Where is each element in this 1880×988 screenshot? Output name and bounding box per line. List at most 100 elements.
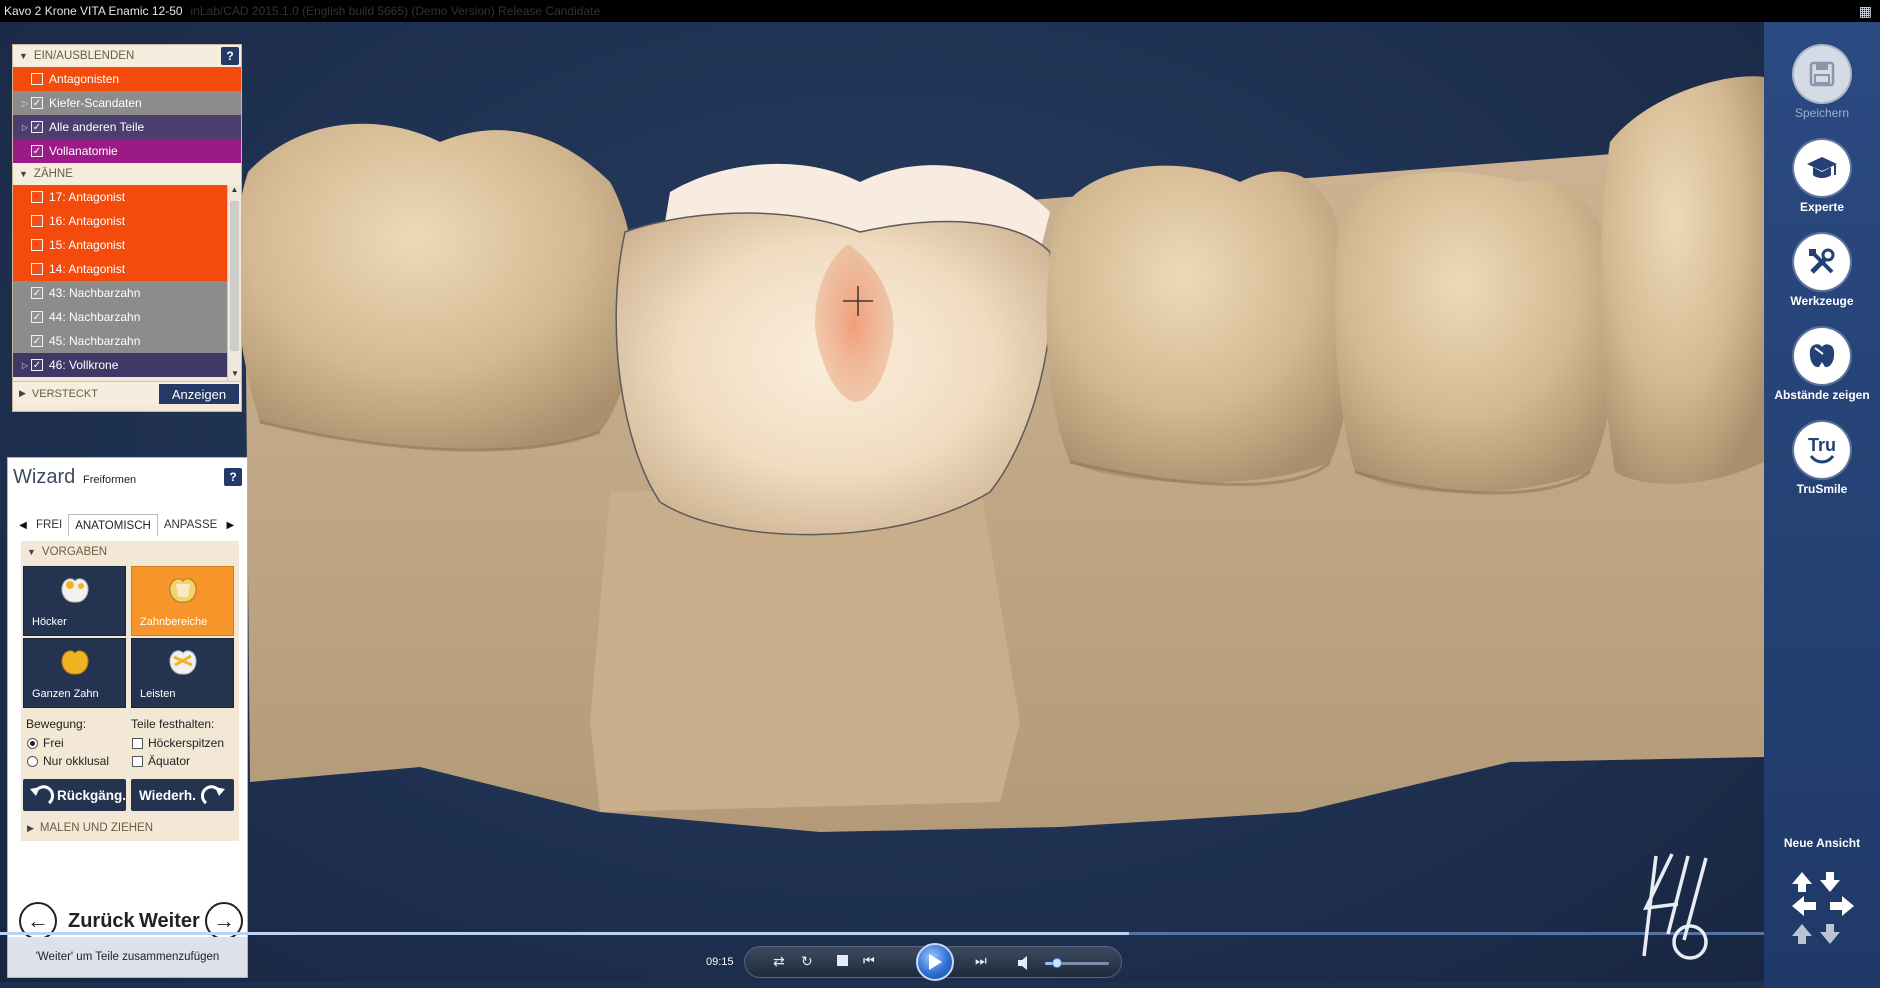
- undo-button[interactable]: Rückgäng.: [23, 779, 126, 811]
- collapse-icon: ▼: [27, 547, 36, 557]
- collapse-icon: ▼: [19, 51, 28, 61]
- visibility-item-label: Vollanatomie: [49, 144, 118, 158]
- teeth-scrollbar[interactable]: ▲ ▼: [227, 185, 241, 381]
- visibility-help-button[interactable]: ?: [221, 47, 239, 65]
- tab-next-icon[interactable]: ▶: [223, 520, 237, 531]
- tooth-item-checkbox[interactable]: ✓: [31, 335, 43, 347]
- undo-label: Rückgäng.: [56, 787, 126, 803]
- tooth-item-row[interactable]: ✓ 45: Nachbarzahn: [13, 329, 227, 353]
- wizard-subtitle: Freiformen: [83, 474, 137, 486]
- tile-ganzen-zahn[interactable]: Ganzen Zahn: [23, 638, 126, 708]
- player-time: 09:15: [706, 956, 734, 968]
- visibility-item-checkbox[interactable]: [31, 73, 43, 85]
- show-button[interactable]: Anzeigen: [159, 384, 239, 404]
- dental-scene[interactable]: [0, 22, 1764, 982]
- tile-leisten-label: Leisten: [140, 688, 176, 700]
- volume-knob[interactable]: [1051, 958, 1062, 968]
- expand-arrow-icon[interactable]: ▷: [19, 123, 31, 132]
- video-progress-bar[interactable]: [0, 932, 1764, 935]
- radio-nur-okklusal[interactable]: [27, 756, 38, 767]
- tooth-item-row[interactable]: 14: Antagonist: [13, 257, 227, 281]
- tooth-item-checkbox[interactable]: [31, 263, 43, 275]
- visibility-item-label: Kiefer-Scandaten: [49, 96, 142, 110]
- scroll-up-icon[interactable]: ▲: [228, 185, 241, 197]
- window-corner-icon[interactable]: ▦: [1859, 3, 1872, 20]
- 3d-viewport[interactable]: [0, 22, 1764, 982]
- video-progress-fill: [0, 932, 1129, 935]
- tab-anatomisch[interactable]: ANATOMISCH: [68, 514, 158, 536]
- tooth-item-label: 17: Antagonist: [49, 190, 126, 204]
- sidebar-distances[interactable]: Abstände zeigen: [1764, 328, 1880, 402]
- visibility-item-row[interactable]: ▷ ✓ Alle anderen Teile: [13, 115, 241, 139]
- wizard-help-button[interactable]: ?: [224, 468, 242, 486]
- tooth-item-row[interactable]: 17: Antagonist: [13, 185, 227, 209]
- next-track-icon[interactable]: ⏭: [975, 953, 987, 969]
- wizard-body: ▼ VORGABEN Höcker Zahnbereiche Ganzen Za…: [21, 541, 239, 841]
- tooth-item-label: 46: Vollkrone: [49, 358, 119, 372]
- graduation-cap-icon: [1794, 140, 1850, 196]
- hidden-section[interactable]: ▶ VERSTECKT Anzeigen: [13, 381, 241, 405]
- tooth-item-checkbox[interactable]: [31, 191, 43, 203]
- checkbox-hoeckerspitzen[interactable]: [132, 738, 143, 749]
- visibility-item-checkbox[interactable]: ✓: [31, 145, 43, 157]
- scroll-thumb[interactable]: [230, 201, 239, 351]
- tile-leisten[interactable]: Leisten: [131, 638, 234, 708]
- checkbox-aequator[interactable]: [132, 756, 143, 767]
- visibility-header[interactable]: ▼ EIN/AUSBLENDEN ?: [13, 45, 241, 67]
- visibility-item-label: Alle anderen Teile: [49, 120, 145, 134]
- volume-slider[interactable]: [1045, 958, 1109, 968]
- redo-button[interactable]: Wiederh.: [131, 779, 234, 811]
- sidebar-expert[interactable]: Experte: [1764, 140, 1880, 214]
- tooth-item-row[interactable]: 15: Antagonist: [13, 233, 227, 257]
- visibility-item-checkbox[interactable]: ✓: [31, 121, 43, 133]
- volume-icon[interactable]: [1017, 955, 1033, 971]
- radio-frei[interactable]: [27, 738, 38, 749]
- sidebar-tools[interactable]: Werkzeuge: [1764, 234, 1880, 308]
- checkbox-hoeckerspitzen-label: Höckerspitzen: [148, 736, 225, 750]
- tooth-item-row[interactable]: ▷ ✓ 46: Vollkrone: [13, 353, 227, 377]
- visibility-item-row[interactable]: ▷ ✓ Kiefer-Scandaten: [13, 91, 241, 115]
- tooth-item-row[interactable]: 16: Antagonist: [13, 209, 227, 233]
- tab-prev-icon[interactable]: ◀: [16, 520, 30, 531]
- paint-section-header[interactable]: ▶ MALEN UND ZIEHEN: [21, 817, 239, 839]
- view-direction-icon[interactable]: [1792, 870, 1854, 966]
- expand-arrow-icon[interactable]: ▷: [19, 361, 31, 370]
- stop-icon[interactable]: [837, 955, 848, 966]
- next-button-label[interactable]: Weiter: [139, 910, 200, 933]
- sidebar-expert-label: Experte: [1799, 200, 1845, 214]
- sidebar-tools-label: Werkzeuge: [1790, 294, 1854, 308]
- tooth-areas-icon: [169, 578, 197, 603]
- repeat-icon[interactable]: ↻: [801, 953, 813, 970]
- tile-zahnbereiche[interactable]: Zahnbereiche: [131, 566, 234, 636]
- tooth-item-checkbox[interactable]: [31, 239, 43, 251]
- tooth-item-checkbox[interactable]: ✓: [31, 359, 43, 371]
- tooth-item-label: 14: Antagonist: [49, 262, 126, 276]
- tooth-item-row[interactable]: ✓ 44: Nachbarzahn: [13, 305, 227, 329]
- previous-icon[interactable]: ⏮: [863, 953, 875, 969]
- tab-anpassen[interactable]: ANPASSE: [158, 514, 223, 536]
- tab-frei[interactable]: FREI: [30, 514, 68, 536]
- tile-hoecker-label: Höcker: [32, 616, 67, 628]
- teeth-header[interactable]: ▼ ZÄHNE: [13, 163, 241, 185]
- presets-header[interactable]: ▼ VORGABEN: [21, 541, 239, 563]
- play-button[interactable]: [916, 943, 954, 981]
- tooth-item-row[interactable]: ✓ 43: Nachbarzahn: [13, 281, 227, 305]
- tooth-item-checkbox[interactable]: [31, 215, 43, 227]
- teeth-rows: 17: Antagonist 16: Antagonist 15: Antagoni…: [13, 185, 241, 377]
- sidebar-save[interactable]: Speichern: [1764, 46, 1880, 120]
- tile-hoecker[interactable]: Höcker: [23, 566, 126, 636]
- scroll-down-icon[interactable]: ▼: [228, 369, 241, 381]
- expand-arrow-icon[interactable]: ▷: [19, 99, 31, 108]
- presets-header-label: VORGABEN: [41, 546, 108, 558]
- visibility-item-row[interactable]: Antagonisten: [13, 67, 241, 91]
- visibility-item-row[interactable]: ✓ Vollanatomie: [13, 139, 241, 163]
- kavo-logo: [1642, 853, 1708, 960]
- back-button-label[interactable]: Zurück: [68, 910, 135, 933]
- visibility-item-checkbox[interactable]: ✓: [31, 97, 43, 109]
- hold-label: Teile festhalten:: [131, 717, 215, 731]
- shuffle-icon[interactable]: ⇄: [773, 953, 785, 970]
- tooth-item-checkbox[interactable]: ✓: [31, 311, 43, 323]
- tooth-item-checkbox[interactable]: ✓: [31, 287, 43, 299]
- sidebar-trusmile[interactable]: Tru TruSmile: [1764, 422, 1880, 496]
- left-molar: [235, 123, 636, 451]
